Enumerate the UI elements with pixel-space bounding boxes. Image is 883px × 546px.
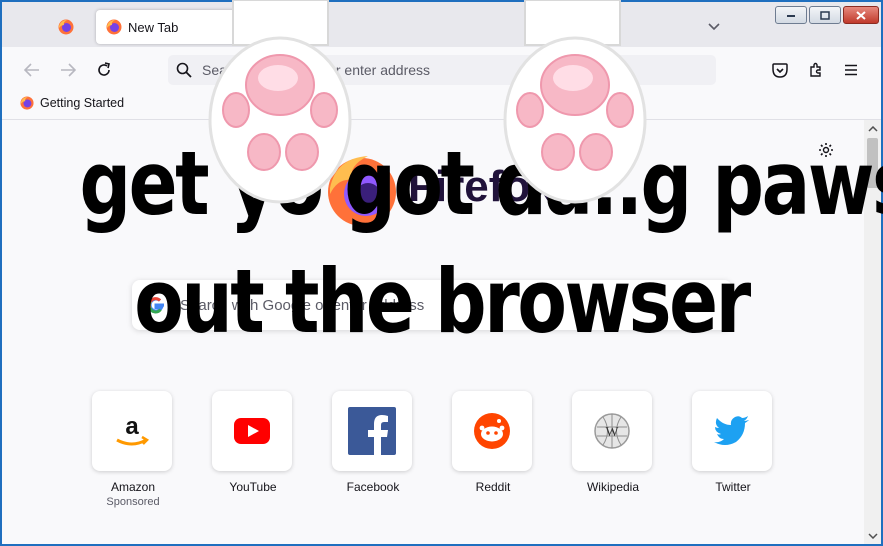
reload-icon <box>98 62 110 76</box>
top-site-facebook[interactable]: Facebook <box>332 391 414 494</box>
top-site-label: Twitter <box>715 480 751 494</box>
extensions-button[interactable] <box>804 58 828 82</box>
chevron-down-icon <box>867 532 878 539</box>
chevron-down-icon <box>708 23 720 31</box>
back-button[interactable] <box>20 58 44 82</box>
pocket-icon <box>772 62 788 78</box>
firefox-icon <box>106 19 122 35</box>
top-sites: a Amazon Sponsored YouTube Facebook Redd… <box>92 391 812 521</box>
reddit-icon <box>474 413 510 449</box>
maximize-button[interactable] <box>809 6 841 24</box>
meme-caption-line-1: get yo got da..g paws <box>79 132 883 235</box>
cat-paw-left-image <box>208 0 352 204</box>
close-window-button[interactable] <box>843 6 879 24</box>
hamburger-menu-icon <box>845 64 857 76</box>
puzzle-icon <box>810 62 821 77</box>
scroll-down-button[interactable] <box>864 527 881 544</box>
search-icon <box>176 62 192 78</box>
top-site-label: Reddit <box>475 480 511 494</box>
top-site-wikipedia[interactable]: W Wikipedia <box>572 391 654 494</box>
bookmark-label: Getting Started <box>40 96 125 110</box>
list-all-tabs-button[interactable] <box>703 16 725 38</box>
top-site-twitter[interactable]: Twitter <box>692 391 774 494</box>
chevron-up-icon <box>867 125 878 132</box>
maximize-icon <box>820 10 830 20</box>
top-site-label: YouTube <box>229 480 277 494</box>
top-site-youtube[interactable]: YouTube <box>212 391 294 494</box>
top-site-tile[interactable] <box>692 391 772 471</box>
minimize-icon <box>787 15 795 17</box>
top-site-tile[interactable] <box>212 391 292 471</box>
bookmarks-toolbar: Getting Started <box>2 91 881 120</box>
forward-button[interactable] <box>56 58 80 82</box>
app-menu-button[interactable] <box>839 58 863 82</box>
close-icon <box>856 10 866 20</box>
top-site-label: Wikipedia <box>586 480 640 494</box>
firefox-icon <box>20 96 34 110</box>
top-site-reddit[interactable]: Reddit <box>452 391 534 494</box>
reload-button[interactable] <box>92 58 116 82</box>
meme-caption-line-2: out the browser <box>134 250 751 353</box>
bookmark-getting-started[interactable]: Getting Started <box>20 96 124 110</box>
firefox-icon <box>58 19 74 35</box>
top-site-amazon[interactable]: a Amazon Sponsored <box>92 391 174 508</box>
pinned-tab[interactable] <box>50 12 82 42</box>
navigation-toolbar <box>2 47 881 91</box>
top-site-tile[interactable] <box>452 391 532 471</box>
tab-strip: New Tab <box>2 2 881 47</box>
minimize-button[interactable] <box>775 6 807 24</box>
amazon-icon: a <box>116 413 150 446</box>
cat-paw-right-image <box>503 0 647 204</box>
svg-text:W: W <box>605 425 619 440</box>
pocket-button[interactable] <box>768 58 792 82</box>
twitter-icon <box>714 416 749 445</box>
svg-text:a: a <box>125 413 139 440</box>
forward-arrow-icon <box>61 63 76 77</box>
window-controls <box>775 6 879 24</box>
top-site-tile[interactable] <box>332 391 412 471</box>
back-arrow-icon <box>24 63 39 77</box>
wikipedia-icon: W <box>594 413 630 449</box>
facebook-icon <box>348 407 396 455</box>
top-site-tile[interactable]: W <box>572 391 652 471</box>
top-site-tile[interactable]: a <box>92 391 172 471</box>
top-site-label: Facebook <box>346 480 400 494</box>
tab-title: New Tab <box>128 19 179 35</box>
youtube-icon <box>234 418 270 444</box>
sponsored-label: Sponsored <box>106 496 160 508</box>
top-site-label: Amazon <box>110 480 156 494</box>
